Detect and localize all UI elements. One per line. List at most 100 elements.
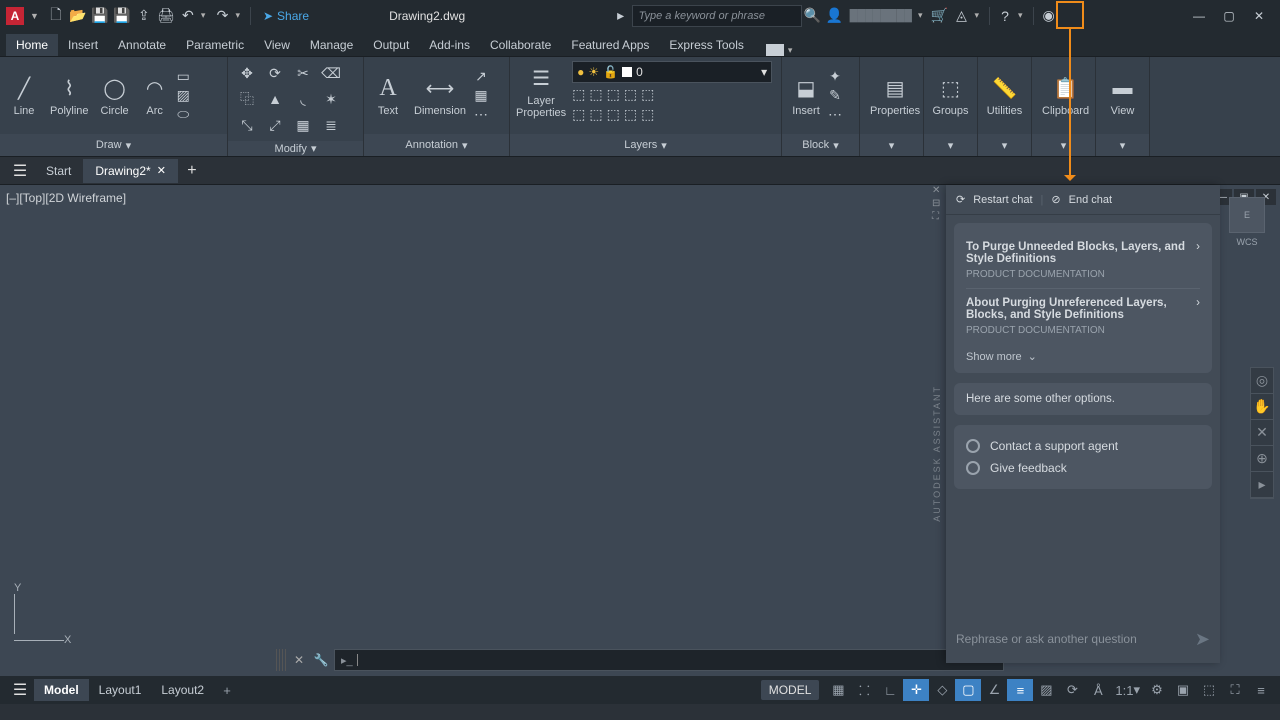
table-icon[interactable]: ▦ — [474, 87, 488, 104]
isolate-icon[interactable]: ⬚ — [1196, 679, 1222, 701]
groups-panel[interactable]: ⬚Groups — [928, 73, 972, 119]
user-name[interactable]: ████████ — [850, 10, 912, 22]
viewport-label[interactable]: [–][Top][2D Wireframe] — [6, 191, 126, 205]
tab-layout2[interactable]: Layout2 — [151, 679, 214, 701]
stretch-icon[interactable]: ⤡ — [234, 113, 260, 137]
cart-icon[interactable]: 🛒 — [928, 5, 950, 27]
grid-icon[interactable]: ▦ — [825, 679, 851, 701]
close-icon[interactable]: ✕ — [1244, 5, 1274, 27]
nav-zoom-icon[interactable]: ✕ — [1251, 420, 1273, 446]
ribbon-toggle[interactable]: ▾ — [766, 44, 799, 56]
viewcube[interactable]: E WCS — [1222, 191, 1272, 251]
layer-properties-button[interactable]: ☰Layer Properties — [516, 65, 566, 119]
tab-annotate[interactable]: Annotate — [108, 34, 176, 56]
tab-output[interactable]: Output — [363, 34, 419, 56]
move-icon[interactable]: ✥ — [234, 61, 260, 85]
assistant-toggle-icon[interactable]: ◉ — [1038, 5, 1060, 27]
layer-tool-icon[interactable]: ⬚ — [624, 106, 637, 123]
leader-icon[interactable]: ↗ — [474, 68, 488, 85]
add-layout-icon[interactable]: + — [214, 679, 240, 701]
cycling-icon[interactable]: ⟳ — [1059, 679, 1085, 701]
restart-chat-button[interactable]: Restart chat — [973, 194, 1032, 206]
palette-expand-icon[interactable]: ⛶ — [932, 211, 946, 222]
tab-drawing[interactable]: Drawing2*✕ — [83, 159, 178, 183]
layer-tool-icon[interactable]: ⬚ — [589, 106, 602, 123]
layout-menu-icon[interactable]: ☰ — [6, 680, 34, 700]
show-more-button[interactable]: Show more⌄ — [966, 344, 1200, 363]
rectangle-icon[interactable]: ▭ — [177, 68, 190, 85]
assistant-input[interactable]: Rephrase or ask another question — [956, 632, 1185, 646]
layer-tool-icon[interactable]: ⬚ — [624, 86, 637, 103]
command-input[interactable]: ▸_ — [334, 649, 1004, 671]
layer-tool-icon[interactable]: ⬚ — [641, 106, 654, 123]
app-menu-dropdown-icon[interactable]: ▼ — [30, 11, 39, 21]
fillet-icon[interactable]: ◟ — [290, 87, 316, 111]
explode-icon[interactable]: ✶ — [318, 87, 344, 111]
isodraft-icon[interactable]: ◇ — [929, 679, 955, 701]
palette-pin-icon[interactable]: ⊟ — [932, 198, 946, 209]
circle-button[interactable]: ◯Circle — [97, 73, 133, 119]
tab-close-icon[interactable]: ✕ — [157, 164, 166, 177]
share-button[interactable]: ➤Share — [263, 9, 309, 23]
workspace-icon[interactable]: ⚙ — [1144, 679, 1170, 701]
anno-more-icon[interactable]: ⋯ — [474, 106, 488, 123]
lineweight-icon[interactable]: ≡ — [1007, 679, 1033, 701]
help-icon[interactable]: ? — [994, 5, 1016, 27]
tab-layout1[interactable]: Layout1 — [89, 679, 152, 701]
layer-tool-icon[interactable]: ⬚ — [589, 86, 602, 103]
tab-view[interactable]: View — [254, 34, 300, 56]
new-tab-icon[interactable]: + — [178, 162, 206, 180]
new-icon[interactable]: 🗋 — [45, 5, 67, 27]
saveas-icon[interactable]: 💾 — [111, 5, 133, 27]
panel-layers[interactable]: Layers ▾ — [510, 134, 781, 156]
layer-tool-icon[interactable]: ⬚ — [641, 86, 654, 103]
tab-insert[interactable]: Insert — [58, 34, 108, 56]
layer-combo[interactable]: ● ☀ 🔓 0 ▾ — [572, 61, 772, 83]
tab-home[interactable]: Home — [6, 34, 58, 56]
view-panel[interactable]: ▬View — [1105, 73, 1141, 119]
search-icon[interactable]: 🔍 — [802, 5, 824, 27]
transparency-icon[interactable]: ▨ — [1033, 679, 1059, 701]
clipboard-drop[interactable]: ▾ — [1032, 134, 1095, 156]
otrack-icon[interactable]: ∠ — [981, 679, 1007, 701]
cmd-customize-icon[interactable]: 🔧 — [312, 651, 330, 669]
monitor-icon[interactable]: ▣ — [1170, 679, 1196, 701]
groups-drop[interactable]: ▾ — [924, 134, 977, 156]
clipboard-panel[interactable]: 📋Clipboard — [1038, 73, 1093, 119]
panel-block[interactable]: Block ▾ — [782, 134, 859, 156]
view-drop[interactable]: ▾ — [1096, 134, 1149, 156]
model-space-badge[interactable]: MODEL — [761, 680, 820, 700]
customize-icon[interactable]: ≡ — [1248, 679, 1274, 701]
clean-icon[interactable]: ⛶ — [1222, 679, 1248, 701]
plot-icon[interactable]: 🖨 — [155, 5, 177, 27]
drawing-canvas[interactable]: [–][Top][2D Wireframe] — ▣ ✕ E WCS ◎ ✋ ✕… — [0, 185, 1280, 676]
search-drop-icon[interactable]: ▸ — [610, 5, 632, 27]
tab-featured[interactable]: Featured Apps — [561, 34, 659, 56]
search-input[interactable]: Type a keyword or phrase — [632, 5, 802, 27]
save-icon[interactable]: 💾 — [89, 5, 111, 27]
polar-icon[interactable]: ✛ — [903, 679, 929, 701]
copy-icon[interactable]: ⿻ — [234, 87, 260, 111]
tab-collaborate[interactable]: Collaborate — [480, 34, 561, 56]
block-edit-icon[interactable]: ✎ — [828, 87, 842, 104]
maximize-icon[interactable]: ▢ — [1214, 5, 1244, 27]
autodesk-app-icon[interactable]: ◬ — [950, 5, 972, 27]
dimension-button[interactable]: ⟷Dimension — [410, 73, 470, 119]
minimize-icon[interactable]: — — [1184, 5, 1214, 27]
panel-annotation[interactable]: Annotation ▾ — [364, 134, 509, 156]
tab-parametric[interactable]: Parametric — [176, 34, 254, 56]
tab-manage[interactable]: Manage — [300, 34, 363, 56]
give-feedback-option[interactable]: Give feedback — [966, 457, 1200, 479]
undo-icon[interactable]: ↶ — [177, 5, 199, 27]
erase-icon[interactable]: ⌫ — [318, 61, 344, 85]
block-attr-icon[interactable]: ⋯ — [828, 106, 842, 123]
trim-icon[interactable]: ✂ — [290, 61, 316, 85]
doc-link-1[interactable]: To Purge Unneeded Blocks, Layers, and St… — [966, 233, 1200, 288]
undo-drop-icon[interactable]: ▾ — [201, 10, 206, 21]
cmd-close-icon[interactable]: ✕ — [290, 651, 308, 669]
hatch-icon[interactable]: ▨ — [177, 87, 190, 104]
scale-icon[interactable]: ⤢ — [262, 113, 288, 137]
nav-pan-icon[interactable]: ✋ — [1251, 394, 1273, 420]
nav-wheel-icon[interactable]: ◎ — [1251, 368, 1273, 394]
end-chat-button[interactable]: End chat — [1069, 194, 1112, 206]
